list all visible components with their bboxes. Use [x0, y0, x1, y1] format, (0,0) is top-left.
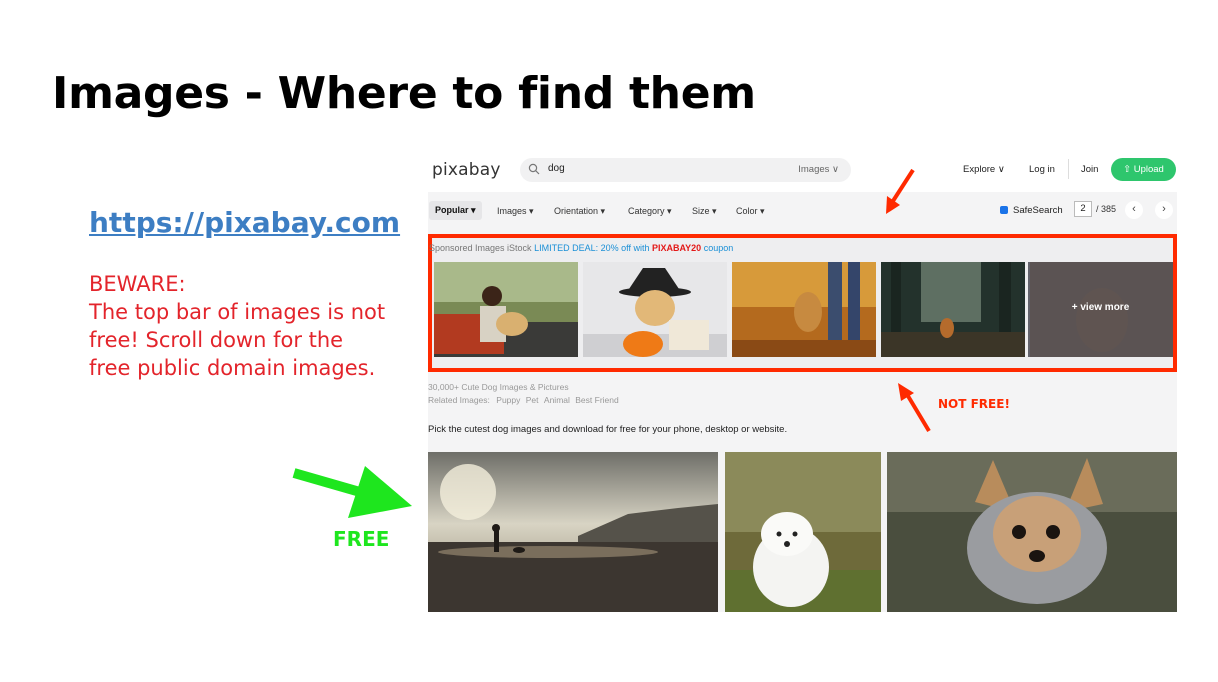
not-free-label: NOT FREE! [938, 397, 1010, 411]
free-label: FREE [333, 527, 390, 551]
arrow-icon [886, 168, 915, 214]
annotation-arrows [292, 168, 931, 518]
arrow-icon [292, 466, 412, 518]
arrow-icon [898, 383, 931, 433]
